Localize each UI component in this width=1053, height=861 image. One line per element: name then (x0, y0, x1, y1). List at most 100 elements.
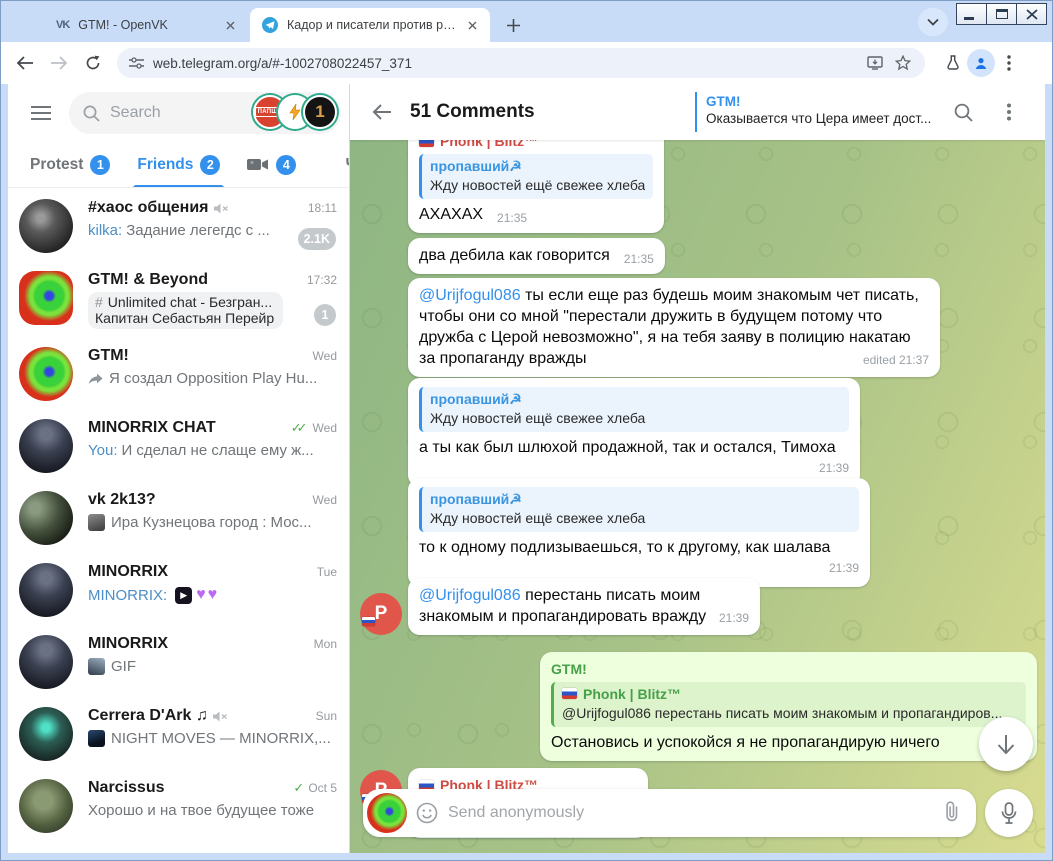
message-time: 21:39 (719, 608, 749, 629)
mute-icon (214, 203, 229, 214)
message-input[interactable] (448, 804, 942, 822)
vk-favicon: VK (56, 19, 69, 31)
tab-title: GTM! - OpenVK (78, 18, 214, 32)
chat-avatar (19, 491, 73, 545)
toolbar-right (939, 49, 1023, 77)
telegram-favicon (262, 17, 278, 33)
url-bar[interactable]: web.telegram.org/a/#-1002708022457_371 (117, 48, 925, 78)
video-camera-icon (247, 157, 269, 172)
close-window-button[interactable] (1016, 3, 1047, 25)
folder-tab-friends[interactable]: Friends 2 (137, 142, 220, 188)
send-as-avatar[interactable] (367, 793, 407, 833)
chat-list-item-minorrix-chat[interactable]: MINORRIX CHAT ✓✓ Wed You: И сделал не сл… (8, 410, 349, 482)
chat-search-icon[interactable] (943, 92, 983, 132)
message-sender[interactable]: Phonk | Blitz™ (419, 140, 653, 152)
search-icon (83, 105, 100, 122)
message-shalava[interactable]: пропавший☭ Жду новостей ещё свежее хлеба… (408, 478, 870, 587)
reply-quote[interactable]: пропавший☭ Жду новостей ещё свежее хлеба (419, 487, 859, 532)
scroll-down-button[interactable] (979, 717, 1033, 771)
back-button[interactable] (11, 49, 39, 77)
message-sender[interactable]: GTM! (551, 659, 1026, 680)
reply-quote[interactable]: Phonk | Blitz™ @Urijfogul086 перестань п… (551, 682, 1026, 727)
minimize-button[interactable] (956, 3, 987, 25)
chat-list-item-gtm-beyond[interactable]: GTM! & Beyond 17:32 #Unlimited chat - Бе… (8, 262, 349, 338)
gif-thumbnail (88, 658, 105, 675)
chat-list-item-cerrera[interactable]: Cerrera D'Ark ♫ Sun NIGHT MOVES — MINORR… (8, 698, 349, 770)
folder-badge: 2 (200, 155, 220, 175)
chat-list-item-narcissus[interactable]: Narcissus ✓ Oct 5 Хорошо и на твое будущ… (8, 770, 349, 842)
sender-avatar[interactable]: P (360, 593, 402, 635)
reply-quote[interactable]: пропавший☭ Жду новостей ещё свежее хлеба (419, 154, 653, 199)
chat-list-item-gtm[interactable]: GTM! Wed Я создал Opposition Play Hu... (8, 338, 349, 410)
mention-link[interactable]: @Urijfogul086 (419, 587, 521, 604)
folder-tab-video[interactable]: 4 (247, 142, 296, 188)
message-outgoing-gtm[interactable]: GTM! Phonk | Blitz™ @Urijfogul086 перест… (540, 652, 1037, 761)
comments-title: 51 Comments (410, 101, 535, 123)
message-time: 21:39 (419, 458, 849, 479)
message-akhakhakh[interactable]: Phonk | Blitz™ пропавший☭ Жду новостей е… (408, 140, 664, 233)
folder-tab-cha[interactable]: Ча (345, 142, 349, 188)
attach-paperclip-icon[interactable] (942, 800, 962, 827)
hamburger-menu-icon[interactable] (21, 93, 61, 133)
chat-menu-icon[interactable] (989, 92, 1029, 132)
tab-search-chevron[interactable] (918, 8, 948, 36)
message-input-pill[interactable] (363, 789, 976, 837)
reload-button[interactable] (79, 49, 107, 77)
down-arrow-icon (997, 734, 1015, 754)
folder-tab-protest[interactable]: Protest 1 (30, 142, 110, 188)
browser-tab-telegram[interactable]: Кадор и писатели против реше (250, 8, 490, 42)
sidebar-header: ПАПША 1 (8, 84, 349, 142)
mention-link[interactable]: @Urijfogul086 (419, 287, 521, 304)
search-bar[interactable]: ПАПША 1 (69, 92, 341, 134)
browser-menu-icon[interactable] (995, 49, 1023, 77)
maximize-button[interactable] (986, 3, 1017, 25)
message-shlyukha[interactable]: пропавший☭ Жду новостей ещё свежее хлеба… (408, 378, 860, 487)
close-tab-icon[interactable] (222, 17, 238, 33)
topic-chip: #Unlimited chat - Безгран... Капитан Себ… (88, 292, 283, 329)
forward-button[interactable] (45, 49, 73, 77)
chat-sidebar: ПАПША 1 Protest 1 Friends 2 (8, 84, 350, 853)
telegram-app: ПАПША 1 Protest 1 Friends 2 (8, 84, 1045, 853)
chat-list-item-minorrix-tue[interactable]: MINORRIX Tue MINORRIX: ▶ ♥♥ (8, 554, 349, 626)
message-time: edited 21:37 (863, 350, 929, 371)
chat-avatar (19, 271, 73, 325)
read-check-icon: ✓✓ (291, 420, 309, 436)
message-long-threat[interactable]: @Urijfogul086 ты если еще раз будешь мои… (408, 278, 940, 377)
chat-list-item-vk2k13[interactable]: vk 2k13? Wed Ира Кузнецова город : Мос..… (8, 482, 349, 554)
bookmark-star-icon[interactable] (889, 49, 917, 77)
microphone-button[interactable] (985, 789, 1033, 837)
browser-tab-openvk[interactable]: VK GTM! - OpenVK (44, 8, 248, 42)
browser-window: VK GTM! - OpenVK Кадор и писатели против… (0, 0, 1053, 861)
story-avatar-one[interactable]: 1 (303, 95, 337, 129)
chat-list: #хаос общения 18:11 kilka: Задание легег… (8, 190, 349, 853)
lightning-icon (289, 104, 301, 120)
search-input[interactable] (110, 104, 230, 122)
message-list: Phonk | Blitz™ пропавший☭ Жду новостей е… (350, 140, 1045, 853)
site-settings-icon (129, 57, 144, 69)
comments-header: 51 Comments GTM! Оказывается что Цера им… (350, 84, 1045, 140)
photo-thumbnail (88, 514, 105, 531)
unread-badge: 2.1K (298, 228, 336, 250)
reply-quote[interactable]: пропавший☭ Жду новостей ещё свежее хлеба (419, 387, 849, 432)
install-app-icon[interactable] (861, 49, 889, 77)
close-tab-icon[interactable] (464, 17, 480, 33)
chat-avatar (19, 347, 73, 401)
chat-list-item-khaos[interactable]: #хаос общения 18:11 kilka: Задание легег… (8, 190, 349, 262)
pinned-post[interactable]: GTM! Оказывается что Цера имеет дост... (695, 92, 933, 132)
emoji-icon[interactable] (416, 802, 438, 824)
back-arrow-icon[interactable] (362, 92, 402, 132)
stories-row: ПАПША 1 (262, 95, 337, 129)
profile-avatar-icon[interactable] (967, 49, 995, 77)
tab-title: Кадор и писатели против реше (287, 18, 456, 32)
flask-icon[interactable] (939, 49, 967, 77)
new-tab-button[interactable] (500, 12, 526, 38)
unread-badge: 1 (314, 304, 336, 326)
message-dva-debila[interactable]: два дебила как говорится21:35 (408, 238, 665, 274)
mute-icon (213, 711, 228, 722)
audio-thumbnail (88, 730, 105, 747)
url-text: web.telegram.org/a/#-1002708022457_371 (153, 56, 861, 71)
chat-list-item-minorrix-mon[interactable]: MINORRIX Mon GIF (8, 626, 349, 698)
chat-avatar (19, 419, 73, 473)
message-perestan[interactable]: P @Urijfogul086 перестань писать моим зн… (408, 578, 760, 635)
message-time: 21:39 (419, 558, 859, 579)
